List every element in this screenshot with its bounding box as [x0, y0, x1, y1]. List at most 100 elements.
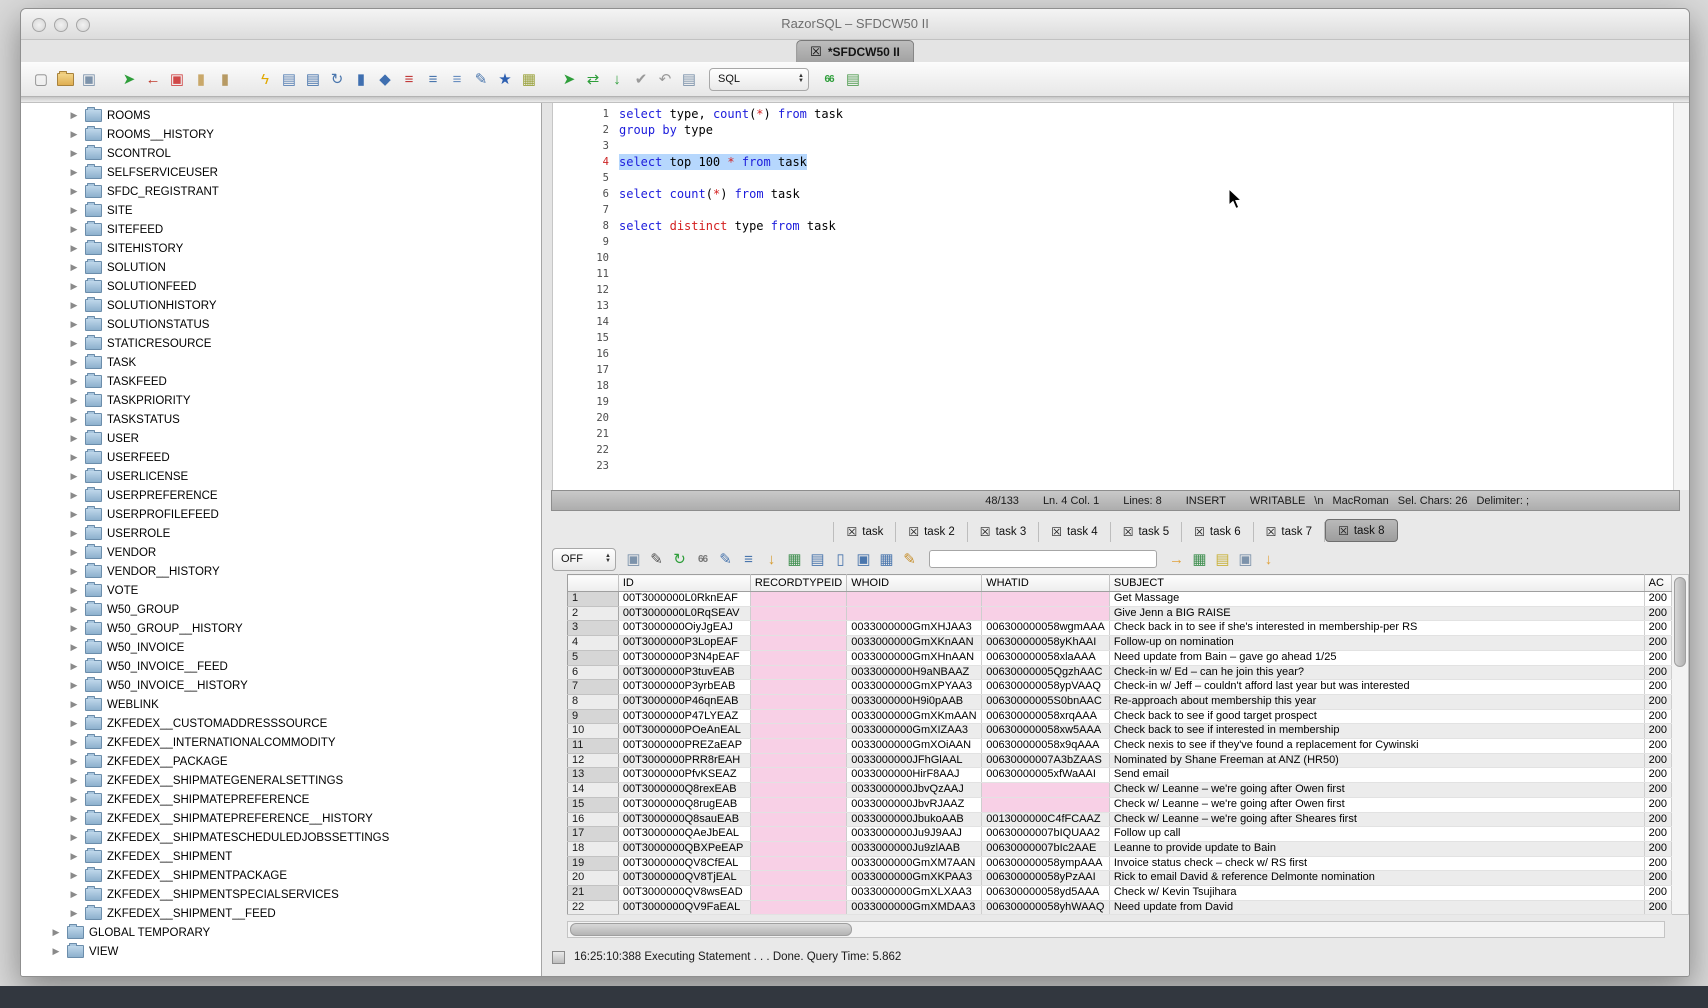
- tree-item-vendor__history[interactable]: ▶VENDOR__HISTORY: [21, 562, 541, 581]
- cell-subject[interactable]: Check back to see if interested in membe…: [1109, 724, 1644, 739]
- cell-whoid[interactable]: 0033000000GmXHnAAN: [847, 650, 982, 665]
- cell-id[interactable]: 00T3000000P3tuvEAB: [618, 665, 750, 680]
- cell-whatid[interactable]: 00630000005xfWaAAI: [982, 768, 1110, 783]
- cell-recordtypeid[interactable]: [750, 709, 846, 724]
- disclosure-triangle-icon[interactable]: ▶: [68, 585, 80, 596]
- close-tab-icon[interactable]: ☒: [1338, 524, 1349, 538]
- new-file-icon[interactable]: ▢: [31, 70, 51, 89]
- refresh-results-icon[interactable]: ↻: [670, 550, 689, 569]
- disclosure-triangle-icon[interactable]: ▶: [68, 813, 80, 824]
- save-icon[interactable]: ▣: [79, 70, 99, 89]
- drop-table-icon[interactable]: ▮: [215, 70, 235, 89]
- cell-recordtypeid[interactable]: [750, 606, 846, 621]
- editor-line[interactable]: 9: [553, 234, 1673, 250]
- tree-item-weblink[interactable]: ▶WEBLINK: [21, 695, 541, 714]
- cell-whoid[interactable]: 0033000000Ju9zlAAB: [847, 841, 982, 856]
- cell-num[interactable]: 17: [568, 827, 619, 842]
- disclosure-triangle-icon[interactable]: ▶: [68, 243, 80, 254]
- result-tab-task-5[interactable]: ☒task 5: [1111, 522, 1182, 542]
- cell-ac[interactable]: 200: [1644, 768, 1671, 783]
- table-row[interactable]: 1000T3000000POeAnEAL0033000000GmXIZAA300…: [568, 724, 1672, 739]
- tree-item-sitefeed[interactable]: ▶SITEFEED: [21, 220, 541, 239]
- cell-id[interactable]: 00T3000000QV8TjEAL: [618, 871, 750, 886]
- disclosure-triangle-icon[interactable]: ▶: [68, 547, 80, 558]
- result-tab-task-8[interactable]: ☒task 8: [1325, 519, 1397, 542]
- cell-ac[interactable]: 200: [1644, 636, 1671, 651]
- cell-subject[interactable]: Check w/ Leanne – we're going after Owen…: [1109, 783, 1644, 798]
- table-row[interactable]: 1200T3000000PRR8rEAH0033000000JFhGlAAL00…: [568, 753, 1672, 768]
- grid-horizontal-thumb[interactable]: [570, 923, 852, 936]
- editor-line[interactable]: 18: [553, 378, 1673, 394]
- tree-item-userrole[interactable]: ▶USERROLE: [21, 524, 541, 543]
- zoom-window-button[interactable]: [76, 18, 90, 32]
- cell-whatid[interactable]: 00630000007A3bZAAS: [982, 753, 1110, 768]
- cell-whatid[interactable]: 006300000058yhWAAQ: [982, 900, 1110, 915]
- cell-num[interactable]: 7: [568, 680, 619, 695]
- disclosure-triangle-icon[interactable]: ▶: [68, 794, 80, 805]
- table-row[interactable]: 1100T3000000PREZaEAP0033000000GmXOiAAN00…: [568, 739, 1672, 754]
- table-row[interactable]: 300T3000000OiyJgEAJ0033000000GmXHJAA3006…: [568, 621, 1672, 636]
- editor-line[interactable]: 11: [553, 266, 1673, 282]
- tree-item-zkfedex__internationalcommodity[interactable]: ▶ZKFEDEX__INTERNATIONALCOMMODITY: [21, 733, 541, 752]
- column-header-num[interactable]: [568, 575, 619, 592]
- table-editor-icon[interactable]: ▦: [519, 70, 539, 89]
- cell-id[interactable]: 00T3000000P3N4pEAF: [618, 650, 750, 665]
- cell-whatid[interactable]: 00630000007bIc2AAE: [982, 841, 1110, 856]
- tree-item-solutionstatus[interactable]: ▶SOLUTIONSTATUS: [21, 315, 541, 334]
- cell-num[interactable]: 2: [568, 606, 619, 621]
- cell-ac[interactable]: 200: [1644, 900, 1671, 915]
- tree-item-w50_group__history[interactable]: ▶W50_GROUP__HISTORY: [21, 619, 541, 638]
- disclosure-triangle-icon[interactable]: ▶: [68, 186, 80, 197]
- minimize-window-button[interactable]: [54, 18, 68, 32]
- table-row[interactable]: 1500T3000000Q8rugEAB0033000000JbvRJAAZCh…: [568, 797, 1672, 812]
- cell-whoid[interactable]: 0033000000GmXHJAA3: [847, 621, 982, 636]
- cell-id[interactable]: 00T3000000L0RqSEAV: [618, 606, 750, 621]
- cell-subject[interactable]: Need update from David: [1109, 900, 1644, 915]
- editor-line[interactable]: 6select count(*) from task: [553, 186, 1673, 202]
- cell-num[interactable]: 10: [568, 724, 619, 739]
- cell-num[interactable]: 20: [568, 871, 619, 886]
- editor-vertical-scrollbar[interactable]: [1673, 102, 1689, 490]
- disclosure-triangle-icon[interactable]: ▶: [68, 452, 80, 463]
- tree-item-zkfedex__package[interactable]: ▶ZKFEDEX__PACKAGE: [21, 752, 541, 771]
- cell-subject[interactable]: Check back to see if good target prospec…: [1109, 709, 1644, 724]
- tree-item-taskpriority[interactable]: ▶TASKPRIORITY: [21, 391, 541, 410]
- close-tab-icon[interactable]: ☒: [980, 525, 991, 539]
- result-tab-task-6[interactable]: ☒task 6: [1182, 522, 1253, 542]
- tree-item-w50_group[interactable]: ▶W50_GROUP: [21, 600, 541, 619]
- table-row[interactable]: 500T3000000P3N4pEAF0033000000GmXHnAAN006…: [568, 650, 1672, 665]
- cell-subject[interactable]: Give Jenn a BIG RAISE: [1109, 606, 1644, 621]
- statement-type-select[interactable]: SQL ▲▼: [709, 68, 809, 91]
- cell-recordtypeid[interactable]: [750, 886, 846, 901]
- cell-whoid[interactable]: 0033000000GmXMDAA3: [847, 900, 982, 915]
- cell-whatid[interactable]: 006300000058x9qAAA: [982, 739, 1110, 754]
- editor-line[interactable]: 16: [553, 346, 1673, 362]
- editor-line[interactable]: 14: [553, 314, 1673, 330]
- table-row[interactable]: 200T3000000L0RqSEAV Give Jenn a BIG RAISE…: [568, 606, 1672, 621]
- cell-subject[interactable]: Check w/ Leanne – we're going after Owen…: [1109, 797, 1644, 812]
- disclosure-triangle-icon[interactable]: ▶: [68, 262, 80, 273]
- cell-whatid[interactable]: 006300000058yKhAAI: [982, 636, 1110, 651]
- table-row[interactable]: 900T3000000P47LYEAZ0033000000GmXKmAAN006…: [568, 709, 1672, 724]
- table-row[interactable]: 800T3000000P46qnEAB0033000000H9i0pAAB006…: [568, 694, 1672, 709]
- tree-item-scontrol[interactable]: ▶SCONTROL: [21, 144, 541, 163]
- download-results-icon[interactable]: ↓: [1259, 550, 1278, 569]
- commit-icon[interactable]: ✔: [631, 70, 651, 89]
- disclosure-triangle-icon[interactable]: ▶: [68, 642, 80, 653]
- cell-num[interactable]: 13: [568, 768, 619, 783]
- tree-item-staticresource[interactable]: ▶STATICRESOURCE: [21, 334, 541, 353]
- tree-item-zkfedex__shipmentspecialservices[interactable]: ▶ZKFEDEX__SHIPMENTSPECIALSERVICES: [21, 885, 541, 904]
- cell-subject[interactable]: Check nexis to see if they've found a re…: [1109, 739, 1644, 754]
- table-row[interactable]: 1400T3000000Q8rexEAB0033000000JbvQzAAJCh…: [568, 783, 1672, 798]
- tree-item-userprofilefeed[interactable]: ▶USERPROFILEFEED: [21, 505, 541, 524]
- cell-recordtypeid[interactable]: [750, 812, 846, 827]
- note-results-icon[interactable]: ▤: [1213, 550, 1232, 569]
- cell-recordtypeid[interactable]: [750, 827, 846, 842]
- editor-line[interactable]: 10: [553, 250, 1673, 266]
- cell-whoid[interactable]: [847, 606, 982, 621]
- cell-whatid[interactable]: 006300000058wgmAAA: [982, 621, 1110, 636]
- cell-id[interactable]: 00T3000000PREZaEAP: [618, 739, 750, 754]
- editor-line[interactable]: 4select top 100 * from task: [553, 154, 1673, 170]
- copy-cell-icon[interactable]: ✎: [716, 550, 735, 569]
- cell-ac[interactable]: 200: [1644, 680, 1671, 695]
